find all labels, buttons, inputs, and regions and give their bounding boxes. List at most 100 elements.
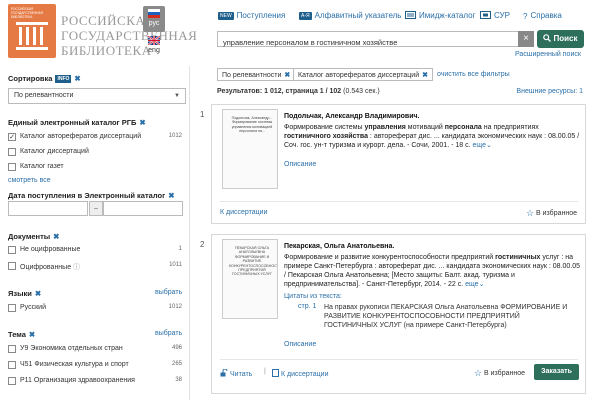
clear-filters-link[interactable]: очистить все фильтры <box>437 71 510 78</box>
topic-filter-item[interactable]: У9 Экономика отдельных стран 496 <box>8 344 186 356</box>
read-label: Читать <box>230 371 253 378</box>
lang-filter-item[interactable]: Русский 1012 <box>8 303 186 315</box>
order-button[interactable]: Заказать <box>534 364 579 380</box>
catalog-filter-item[interactable]: ✓ Каталог авторефератов диссертаций 1012 <box>8 132 186 144</box>
checkbox[interactable] <box>8 345 16 353</box>
cite-label-link[interactable]: Цитаты из текста: <box>284 293 342 300</box>
topic-choose-link[interactable]: выбрать <box>155 330 182 337</box>
filter-tag-label: Каталог авторефератов диссертаций <box>298 72 420 79</box>
checkbox[interactable] <box>8 304 16 312</box>
result-author[interactable]: Пекарская, Ольга Анатольевна. <box>284 243 394 250</box>
active-filter-tag[interactable]: По релевантности ✖ <box>217 68 296 81</box>
advanced-search-link[interactable]: Расширенный поиск <box>515 51 581 58</box>
search-button[interactable]: Поиск <box>537 30 584 48</box>
more-link[interactable]: еще <box>473 142 486 149</box>
search-input[interactable] <box>218 35 514 50</box>
external-resources-link[interactable]: Внешние ресурсы: 1 <box>516 88 583 95</box>
search-clear-button[interactable]: × <box>518 31 534 47</box>
checkbox[interactable] <box>8 246 16 254</box>
catalog-filter-label: Каталог диссертаций <box>20 148 89 155</box>
date-heading: Дата поступления в Электронный каталог ✖ <box>8 191 175 200</box>
uk-flag-icon <box>148 36 160 45</box>
result-thumbnail[interactable]: ПЕКАРСКАЯ ОЛЬГА АНАТОЛЬЕВНА ФОРМИРОВАНИЕ… <box>222 239 278 319</box>
date-to-input[interactable] <box>103 201 183 216</box>
nav-new-arrivals[interactable]: NEW Поступления <box>218 11 285 20</box>
lang-choose-link[interactable]: выбрать <box>155 289 182 296</box>
nav-alphabet-index[interactable]: A-Я Алфавитный указатель <box>299 11 401 20</box>
close-icon[interactable]: ✖ <box>74 74 80 83</box>
description-link[interactable]: Описание <box>284 161 316 168</box>
close-icon: × <box>523 33 529 44</box>
logo-small-text: РОССИЙСКАЯ ГОСУДАРСТВЕННАЯ БИБЛИОТЕКА <box>11 7 43 19</box>
checkbox[interactable] <box>8 163 16 171</box>
divider-bar: | <box>264 368 266 375</box>
docs-filter-label: Оцифрованные ⓘ <box>20 262 80 272</box>
nav-help[interactable]: ? Справка <box>523 11 562 21</box>
star-icon: ☆ <box>473 368 483 378</box>
close-icon[interactable]: ✖ <box>35 289 41 298</box>
close-icon[interactable]: ✖ <box>139 118 145 127</box>
chevron-down-icon: ▼ <box>174 93 180 99</box>
topic-filter-item[interactable]: Ч51 Физическая культура и спорт 265 <box>8 360 186 372</box>
desc-text: мотиваций <box>405 124 445 131</box>
info-badge[interactable]: INFO <box>55 75 72 83</box>
catalog-heading: Единый электронный каталог РГБ ✖ <box>8 118 146 127</box>
document-icon <box>272 369 279 377</box>
sort-select[interactable]: По релевантности ▼ <box>8 88 186 104</box>
results-panel: По релевантности ✖ Каталог авторефератов … <box>197 64 591 400</box>
close-icon[interactable]: ✖ <box>29 330 35 339</box>
close-icon[interactable]: ✖ <box>53 232 59 241</box>
read-link[interactable]: Читать <box>220 368 253 378</box>
checkbox[interactable] <box>8 148 16 156</box>
nav-sur[interactable]: СУР <box>480 11 510 20</box>
logo-title[interactable]: РОССИЙСКАЯ ГОСУДАРСТВЕННАЯ БИБЛИОТЕКА <box>61 13 197 58</box>
result-description: Формирование и развитие конкурентоспособ… <box>284 253 580 289</box>
close-icon[interactable]: ✖ <box>422 72 428 79</box>
filter-tag-label: По релевантности <box>222 72 282 79</box>
result-author[interactable]: Подольчак, Александр Владимирович. <box>284 113 420 120</box>
header: РОССИЙСКАЯ ГОСУДАРСТВЕННАЯ БИБЛИОТЕКА РО… <box>0 0 591 62</box>
topic-filter-item[interactable]: Р11 Организация здравоохранения 38 <box>8 376 186 388</box>
card-divider <box>220 359 578 360</box>
catalog-filter-item[interactable]: Каталог диссертаций <box>8 147 186 159</box>
date-title: Дата поступления в Электронный каталог <box>8 191 166 200</box>
desc-highlight: гостиничных <box>495 254 541 261</box>
active-filter-tag[interactable]: Каталог авторефератов диссертаций ✖ <box>293 68 433 81</box>
checkbox[interactable] <box>8 377 16 385</box>
docs-filter-item[interactable]: Не оцифрованные 1 <box>8 245 186 257</box>
more-link[interactable]: еще <box>465 281 478 288</box>
lang-ru-button[interactable]: рус <box>143 6 165 32</box>
add-to-favorites-button[interactable]: ☆ В избранное <box>474 368 525 379</box>
lang-heading: Языки ✖ <box>8 289 41 298</box>
result-thumbnail[interactable]: Подольчак, Александр... Формирование сис… <box>222 109 278 189</box>
close-icon[interactable]: ✖ <box>168 191 174 200</box>
rgb-logo[interactable]: РОССИЙСКАЯ ГОСУДАРСТВЕННАЯ БИБЛИОТЕКА <box>8 4 56 58</box>
description-link[interactable]: Описание <box>284 341 316 348</box>
result-card: Подольчак, Александр... Формирование сис… <box>211 104 586 224</box>
catalog-filter-item[interactable]: Каталог газет <box>8 162 186 174</box>
docs-filter-item[interactable]: Оцифрованные ⓘ 1011 <box>8 261 186 273</box>
to-dissertation-label: К диссертации <box>281 371 329 378</box>
nav-az-label: Алфавитный указатель <box>314 11 402 20</box>
add-to-favorites-button[interactable]: ☆ В избранное <box>526 208 577 219</box>
checkbox[interactable]: ✓ <box>8 133 16 141</box>
checkbox[interactable] <box>8 361 16 369</box>
thumbnail-text: Подольчак, Александр... Формирование сис… <box>231 116 273 134</box>
lang-en-button[interactable]: eng <box>143 36 165 58</box>
to-dissertation-link[interactable]: К диссертации <box>220 209 268 216</box>
columns-icon <box>16 22 48 50</box>
lang-title: Языки <box>8 289 32 298</box>
card-divider <box>220 201 578 202</box>
see-all-link[interactable]: смотреть все <box>8 177 51 184</box>
topic-title: Тема <box>8 330 26 339</box>
nav-sur-label: СУР <box>494 11 510 20</box>
cite-page-link[interactable]: стр. 1 <box>298 303 316 310</box>
to-dissertation-link[interactable]: К диссертации <box>272 369 329 378</box>
close-icon[interactable]: ✖ <box>284 72 290 79</box>
date-from-input[interactable] <box>8 201 88 216</box>
info-icon[interactable]: ⓘ <box>73 264 80 271</box>
search-field[interactable] <box>217 31 533 50</box>
nav-image-catalog[interactable]: Имидж-каталог <box>405 11 476 20</box>
new-badge: NEW <box>218 12 234 20</box>
checkbox[interactable] <box>8 262 16 270</box>
